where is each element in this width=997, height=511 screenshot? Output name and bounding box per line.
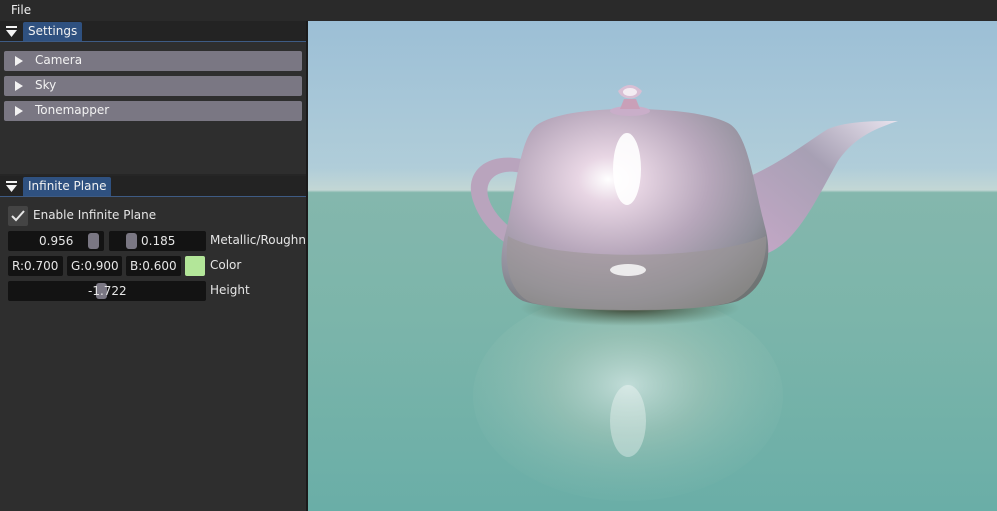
metallic-slider[interactable]: 0.956 xyxy=(8,231,104,251)
height-value: -1.722 xyxy=(88,284,127,298)
metallic-value: 0.956 xyxy=(39,234,74,248)
tonemapper-header[interactable]: Tonemapper xyxy=(4,101,302,121)
collapse-triangle-icon[interactable] xyxy=(6,26,17,37)
infinite-plane-window: Infinite Plane Enable Infinite Plane 0.9… xyxy=(0,176,306,511)
enable-plane-checkbox[interactable] xyxy=(8,206,28,226)
expand-arrow-icon xyxy=(15,56,23,66)
teapot-render xyxy=(470,85,898,501)
render-viewport[interactable] xyxy=(308,21,997,511)
settings-titlebar: Settings xyxy=(0,21,306,42)
slider-grab[interactable] xyxy=(126,233,137,249)
infinite-plane-tab[interactable]: Infinite Plane xyxy=(23,177,112,196)
color-r-value: R:0.700 xyxy=(12,259,59,273)
height-label: Height xyxy=(210,283,250,297)
infinite-plane-titlebar: Infinite Plane xyxy=(0,176,306,197)
menu-bar: File xyxy=(0,0,997,21)
metallic-roughness-label: Metallic/Roughness xyxy=(210,233,306,247)
color-swatch[interactable] xyxy=(185,256,205,276)
tonemapper-label: Tonemapper xyxy=(35,103,110,117)
expand-arrow-icon xyxy=(15,106,23,116)
collapse-triangle-icon[interactable] xyxy=(6,181,17,192)
checkmark-icon xyxy=(11,210,25,222)
height-slider[interactable]: -1.722 xyxy=(8,281,206,301)
color-label: Color xyxy=(210,258,242,272)
slider-grab[interactable] xyxy=(88,233,99,249)
color-r-field[interactable]: R:0.700 xyxy=(8,256,63,276)
settings-window: Settings Camera Sky Tonemapper xyxy=(0,21,306,174)
sky-label: Sky xyxy=(35,78,57,92)
camera-header[interactable]: Camera xyxy=(4,51,302,71)
roughness-value: 0.185 xyxy=(141,234,176,248)
color-b-field[interactable]: B:0.600 xyxy=(126,256,181,276)
color-g-value: G:0.900 xyxy=(71,259,119,273)
color-b-value: B:0.600 xyxy=(130,259,177,273)
file-menu[interactable]: File xyxy=(11,3,31,17)
sky-header[interactable]: Sky xyxy=(4,76,302,96)
color-g-field[interactable]: G:0.900 xyxy=(67,256,122,276)
enable-plane-label: Enable Infinite Plane xyxy=(33,208,157,222)
roughness-slider[interactable]: 0.185 xyxy=(109,231,206,251)
camera-label: Camera xyxy=(35,53,83,67)
expand-arrow-icon xyxy=(15,81,23,91)
settings-tab[interactable]: Settings xyxy=(23,22,83,41)
